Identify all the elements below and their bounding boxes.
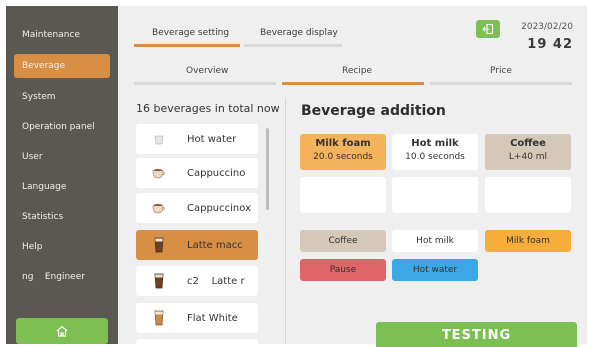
recipe-slot-empty[interactable] (392, 177, 478, 213)
subtab-indicator (430, 82, 572, 85)
step-name: Milk foam (315, 138, 371, 149)
sidebar-item-help[interactable]: Help (14, 235, 110, 259)
beverage-name: Hot water (187, 133, 237, 145)
subtab-recipe[interactable]: Recipe (342, 66, 372, 76)
glass-icon (151, 273, 167, 289)
subtab-price[interactable]: Price (490, 66, 512, 76)
recipe-slot-empty[interactable] (300, 177, 386, 213)
recipe-slot-empty[interactable] (485, 177, 571, 213)
add-hot-water-button[interactable]: Hot water (392, 259, 478, 281)
tab-beverage-setting[interactable]: Beverage setting (152, 28, 229, 38)
logout-icon (482, 23, 494, 35)
tab-beverage-display[interactable]: Beverage display (260, 28, 338, 38)
sidebar: Maintenance Beverage System Operation pa… (6, 6, 118, 344)
recipe-step-milk-foam[interactable]: Milk foam 20.0 seconds (300, 134, 386, 170)
tab-active-indicator (134, 44, 240, 47)
beverage-count: 16 beverages in total now (136, 102, 280, 115)
beverage-name: Cappuccinox (187, 202, 251, 214)
home-icon (56, 325, 68, 337)
recipe-step-hot-milk[interactable]: Hot milk 10.0 seconds (392, 134, 478, 170)
glass-icon (151, 237, 167, 253)
date-display: 2023/02/20 (521, 22, 573, 32)
sidebar-item-maintenance[interactable]: Maintenance (14, 23, 110, 47)
sidebar-item-beverage[interactable]: Beverage (14, 54, 110, 78)
cup-icon (151, 131, 167, 147)
beverage-item-partial (136, 339, 258, 347)
sidebar-item-statistics[interactable]: Statistics (14, 205, 110, 229)
beverage-name: c2 Latte r (187, 275, 245, 287)
add-milk-foam-button[interactable]: Milk foam (485, 230, 571, 252)
beverage-item-latte[interactable]: c2 Latte r (136, 266, 258, 296)
list-scrollbar[interactable] (266, 128, 269, 210)
beverage-item-cappuccinox[interactable]: Cappuccinox (136, 193, 258, 223)
coffee-cup-icon (151, 165, 167, 181)
recipe-step-coffee[interactable]: Coffee L+40 ml (485, 134, 571, 170)
beverage-name: Cappuccino (187, 167, 246, 179)
beverage-name: Latte macc (187, 239, 243, 251)
add-coffee-button[interactable]: Coffee (300, 230, 386, 252)
beverage-item-hot-water[interactable]: Hot water (136, 124, 258, 154)
subtab-indicator (134, 82, 276, 85)
testing-button[interactable]: TESTING (376, 322, 577, 347)
sidebar-item-system[interactable]: System (14, 85, 110, 109)
beverage-item-cappuccino[interactable]: Cappuccino (136, 158, 258, 188)
add-pause-button[interactable]: Pause (300, 259, 386, 281)
panel-divider (285, 98, 286, 344)
sidebar-item-user[interactable]: User (14, 145, 110, 169)
time-display: 19 42 (527, 37, 573, 52)
step-name: Coffee (510, 138, 546, 149)
subtab-active-indicator (282, 82, 424, 85)
step-value: 20.0 seconds (313, 152, 373, 162)
step-name: Hot milk (411, 138, 459, 149)
subtab-overview[interactable]: Overview (186, 66, 228, 76)
step-value: 10.0 seconds (405, 152, 465, 162)
sidebar-item-operation-panel[interactable]: Operation panel (14, 115, 110, 139)
sidebar-item-engineer[interactable]: ng Engineer (14, 265, 110, 289)
beverage-name: Flat White (187, 312, 238, 324)
sidebar-item-language[interactable]: Language (14, 175, 110, 199)
logout-button[interactable] (476, 20, 500, 38)
add-hot-milk-button[interactable]: Hot milk (392, 230, 478, 252)
beverage-item-latte-macc[interactable]: Latte macc (136, 230, 258, 260)
glass-icon (151, 310, 167, 326)
coffee-cup-icon (151, 200, 167, 216)
section-title: Beverage addition (301, 103, 446, 119)
home-button[interactable] (16, 318, 108, 344)
step-value: L+40 ml (508, 152, 548, 162)
beverage-item-flat-white[interactable]: Flat White (136, 303, 258, 333)
tab-inactive-indicator (244, 44, 342, 47)
